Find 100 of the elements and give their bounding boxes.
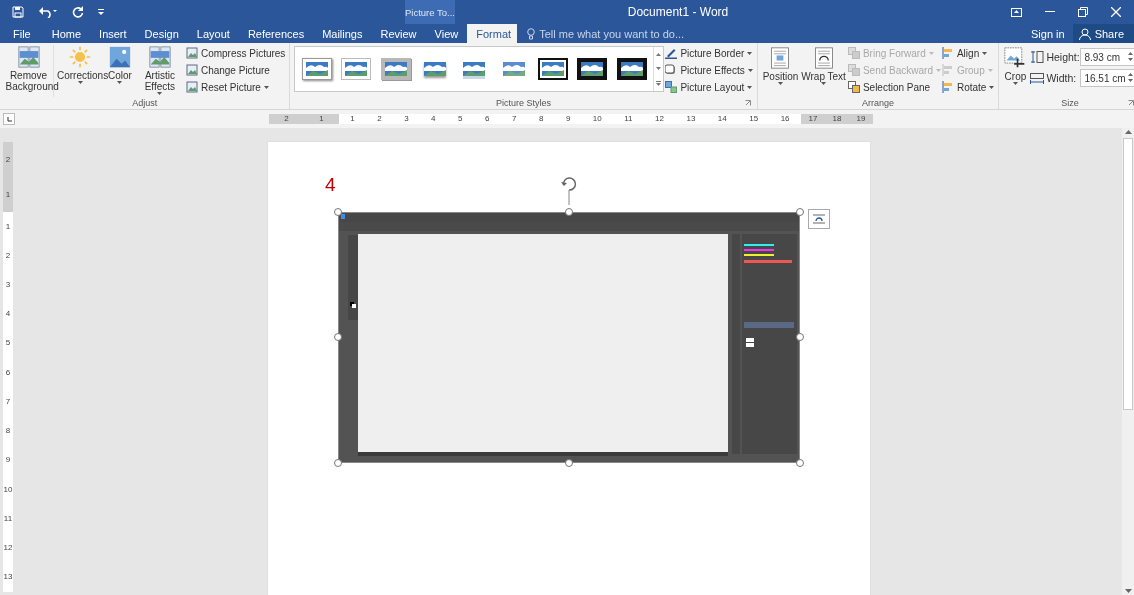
ruler-number: 4 — [431, 115, 436, 123]
spinner-arrows-icon[interactable] — [1128, 73, 1134, 82]
ruler-number: 14 — [717, 115, 727, 123]
tab-selector-button[interactable] — [3, 113, 15, 125]
ruler-number: 13 — [3, 573, 13, 582]
arrange-icon — [941, 81, 954, 93]
ruler-number: 13 — [686, 115, 696, 123]
selected-picture-drawing[interactable] — [334, 208, 804, 467]
ribbon-small-button[interactable]: Change Picture — [185, 63, 286, 77]
scrollbar-thumb[interactable] — [1123, 138, 1133, 410]
ribbon-tab[interactable]: Format — [467, 24, 518, 43]
spinner-arrows-icon[interactable] — [1128, 52, 1134, 61]
ribbon-small-button[interactable]: Rotate — [941, 80, 995, 94]
remove-background-icon — [17, 46, 40, 68]
layers-icon — [847, 81, 860, 93]
close-icon[interactable] — [1111, 7, 1121, 17]
save-icon[interactable] — [12, 6, 24, 18]
crop-icon — [1004, 47, 1027, 69]
ribbon-large-button[interactable]: Color — [106, 45, 134, 97]
ruler-number: 18 — [832, 115, 842, 123]
layout-icon — [665, 81, 678, 93]
undo-icon[interactable] — [38, 6, 58, 18]
layout-options-icon — [813, 214, 825, 224]
wrap-text-icon — [812, 47, 835, 69]
ruler-number: 10 — [592, 115, 602, 123]
ruler-number: 11 — [624, 115, 633, 123]
scroll-down-icon[interactable] — [1124, 589, 1132, 593]
artistic-picture-icon — [148, 46, 171, 68]
ruler-number: 12 — [3, 544, 13, 552]
ruler-number: 6 — [5, 368, 11, 377]
ribbon-tab[interactable]: Layout — [187, 24, 239, 43]
arrange-icon — [941, 64, 954, 76]
scroll-down-icon[interactable] — [656, 66, 662, 70]
scroll-up-icon[interactable] — [1124, 130, 1132, 134]
field-label: Width: — [1046, 72, 1078, 84]
customize-toolbar-icon[interactable] — [98, 9, 104, 15]
ribbon-display-options-icon[interactable] — [1011, 7, 1022, 17]
ribbon-small-button[interactable]: Picture Layout — [665, 80, 753, 94]
size-field[interactable]: 16.51 cm — [1080, 69, 1134, 87]
ruler-number: 16 — [780, 115, 790, 123]
ruler-number: 9 — [565, 115, 571, 123]
tell-me-search-field[interactable]: Tell me what you want to do... — [539, 27, 700, 40]
pen-border-icon — [665, 47, 678, 59]
share-button[interactable]: Share — [1072, 24, 1134, 43]
ribbon-small-button[interactable]: Picture Border — [665, 46, 753, 60]
ribbon-small-button[interactable]: Selection Pane — [847, 80, 941, 94]
ribbon-small-button[interactable]: Reset Picture — [185, 80, 286, 94]
restore-icon[interactable] — [1078, 7, 1088, 17]
ruler-number: 1 — [319, 115, 324, 123]
compress-icon — [185, 47, 198, 59]
ribbon-small-button[interactable]: Align — [941, 46, 995, 60]
ribbon-large-button[interactable]: Position — [761, 45, 800, 97]
ruler-number: 2 — [5, 155, 11, 164]
ribbon-tab[interactable]: Design — [135, 24, 188, 43]
redo-icon[interactable] — [72, 6, 84, 18]
ruler-number: 12 — [655, 115, 664, 123]
picture-style-thumbnail[interactable] — [302, 58, 333, 80]
rotate-handle-icon[interactable] — [560, 175, 578, 205]
ruler-number: 1 — [5, 190, 11, 199]
more-icon[interactable] — [656, 80, 662, 86]
ribbon-large-button[interactable]: Artistic Effects — [134, 45, 185, 97]
layout-options-button[interactable] — [808, 209, 830, 229]
dialog-launcher-icon[interactable] — [1128, 100, 1134, 106]
ribbon-tab[interactable]: References — [238, 24, 314, 43]
width-icon — [1030, 72, 1045, 84]
ribbon-tab[interactable]: Home — [42, 24, 91, 43]
group-label: Arrange — [861, 97, 896, 109]
minimize-icon[interactable] — [1045, 11, 1055, 13]
ribbon-small-button[interactable]: Picture Effects — [665, 63, 753, 77]
crop-button[interactable]: Crop — [1003, 45, 1028, 97]
ruler-number: 2 — [377, 115, 382, 123]
height-icon — [1030, 51, 1045, 63]
arrange-icon — [941, 47, 954, 59]
size-field[interactable]: 8.93 cm — [1080, 48, 1134, 66]
ruler-number: 5 — [5, 339, 11, 348]
ribbon-tab[interactable]: File — [0, 24, 43, 43]
dialog-launcher-icon[interactable] — [744, 100, 751, 106]
left-tab-icon — [6, 116, 12, 122]
ruler-number: 6 — [485, 115, 490, 123]
picture-style-thumbnail[interactable] — [380, 58, 411, 80]
ribbon-small-button[interactable]: Compress Pictures — [185, 46, 286, 60]
picture-style-thumbnail[interactable] — [577, 58, 608, 80]
ribbon-large-button[interactable]: Wrap Text — [800, 45, 847, 97]
ribbon-tab[interactable]: Mailings — [313, 24, 372, 43]
ruler-number: 17 — [808, 115, 818, 123]
ruler-number: 3 — [404, 115, 409, 123]
ribbon-tab[interactable]: Insert — [90, 24, 136, 43]
ruler-number: 19 — [856, 115, 866, 123]
window-title: Document1 - Word — [626, 5, 730, 19]
scroll-up-icon[interactable] — [656, 52, 662, 56]
ruler-number: 3 — [5, 281, 11, 290]
ruler-number: 8 — [538, 115, 544, 123]
picture-style-thumbnail[interactable] — [538, 58, 568, 80]
ribbon-tab[interactable]: Review — [371, 24, 426, 43]
sign-in-link[interactable]: Sign in — [1023, 24, 1073, 43]
ribbon-tab[interactable]: View — [425, 24, 468, 43]
picture-style-thumbnail[interactable] — [341, 58, 372, 80]
picture-style-thumbnail[interactable] — [616, 58, 647, 80]
document-text: 4 — [325, 175, 336, 195]
reset-picture-icon — [185, 81, 198, 93]
